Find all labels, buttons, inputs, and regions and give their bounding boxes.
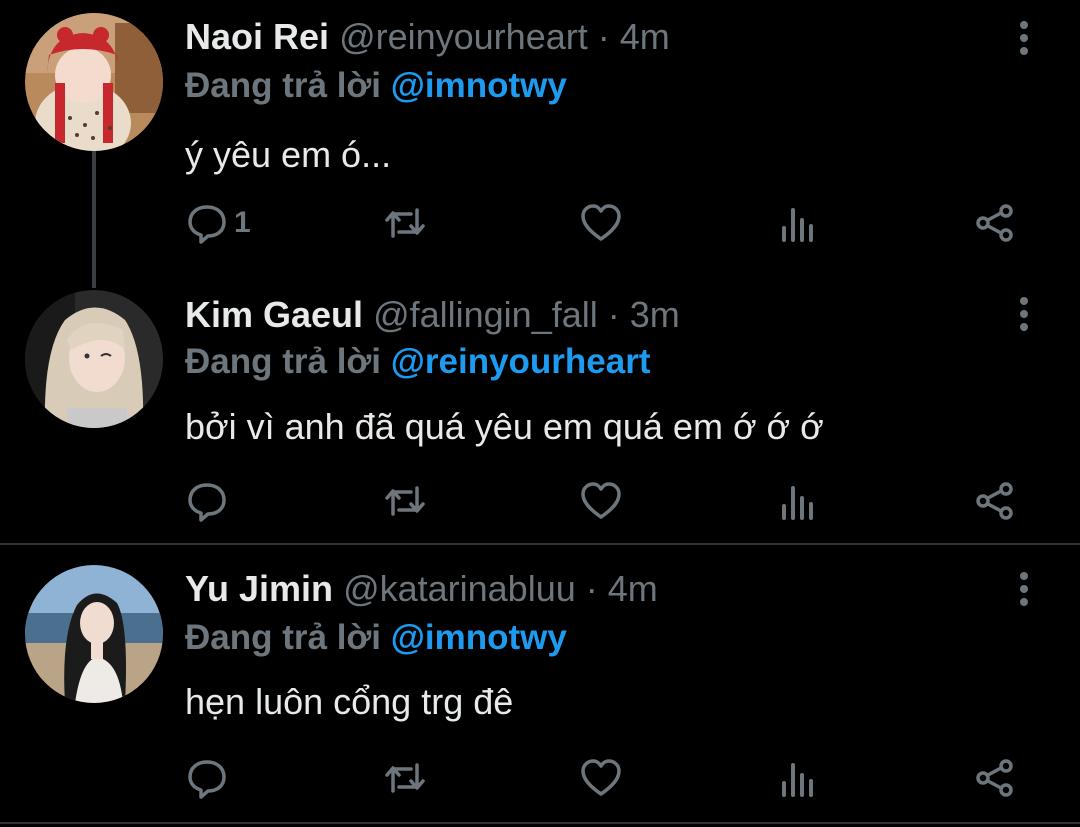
reply-count: 1: [234, 206, 251, 239]
mention-link[interactable]: @reinyourheart: [391, 342, 651, 381]
replying-to-label: Đang trả lời: [185, 618, 391, 657]
user-handle[interactable]: @fallingin_fall: [373, 294, 598, 335]
like-button[interactable]: [580, 476, 622, 526]
reply-icon: [188, 205, 226, 244]
reply-button[interactable]: 1: [186, 198, 251, 248]
retweet-button[interactable]: [383, 476, 427, 526]
analytics-button[interactable]: [780, 753, 816, 803]
separator-dot: ·: [575, 568, 608, 609]
reply-icon: [188, 760, 226, 799]
tweet[interactable]: Yu Jimin @katarinabluu · 4m Đang trả lời…: [0, 545, 1080, 827]
tweet-divider: [0, 822, 1080, 824]
mention-link[interactable]: @imnotwy: [391, 618, 567, 657]
heart-icon: [581, 204, 621, 241]
reply-button[interactable]: [186, 753, 234, 803]
timestamp[interactable]: 3m: [630, 294, 680, 335]
share-button[interactable]: [974, 753, 1016, 803]
tweet[interactable]: Kim Gaeul @fallingin_fall · 3m Đang trả …: [0, 290, 1080, 542]
display-name[interactable]: Yu Jimin: [185, 568, 333, 609]
user-handle[interactable]: @katarinabluu: [343, 568, 576, 609]
analytics-icon: [782, 763, 813, 797]
heart-icon: [581, 482, 621, 519]
tweet-actions: 1: [0, 198, 1080, 258]
retweet-icon: [385, 486, 425, 516]
more-vertical-icon: [1020, 572, 1028, 606]
retweet-icon: [385, 208, 425, 238]
analytics-button[interactable]: [780, 476, 816, 526]
mention-link[interactable]: @imnotwy: [391, 66, 567, 105]
tweet-actions: [0, 753, 1080, 813]
more-button[interactable]: [1012, 294, 1036, 334]
reply-icon: [188, 483, 226, 522]
like-button[interactable]: [580, 198, 622, 248]
heart-icon: [581, 759, 621, 796]
replying-to: Đang trả lời @imnotwy: [185, 66, 567, 106]
tweet[interactable]: Naoi Rei @reinyourheart · 4m Đang trả lờ…: [0, 0, 1080, 290]
like-button[interactable]: [580, 753, 622, 803]
timestamp[interactable]: 4m: [620, 16, 670, 57]
timestamp[interactable]: 4m: [608, 568, 658, 609]
analytics-icon: [782, 486, 813, 520]
replying-to-label: Đang trả lời: [185, 342, 391, 381]
more-vertical-icon: [1020, 21, 1028, 55]
retweet-button[interactable]: [383, 753, 427, 803]
more-button[interactable]: [1012, 569, 1036, 609]
more-button[interactable]: [1012, 18, 1036, 58]
analytics-icon: [782, 208, 813, 242]
separator-dot: ·: [587, 16, 620, 57]
tweet-text: ý yêu em ó...: [185, 134, 392, 175]
replying-to: Đang trả lời @imnotwy: [185, 618, 567, 658]
more-vertical-icon: [1020, 297, 1028, 331]
avatar[interactable]: [25, 565, 163, 703]
retweet-button[interactable]: [383, 198, 427, 248]
tweet-header: Yu Jimin @katarinabluu · 4m: [185, 568, 658, 609]
tweet-header: Naoi Rei @reinyourheart · 4m: [185, 16, 670, 57]
analytics-button[interactable]: [780, 198, 816, 248]
reply-button[interactable]: [186, 476, 234, 526]
replying-to-label: Đang trả lời: [185, 66, 391, 105]
avatar[interactable]: [25, 13, 163, 151]
share-icon: [976, 482, 1013, 520]
tweet-text: bởi vì anh đã quá yêu em quá em ớ ớ ớ: [185, 406, 824, 447]
user-handle[interactable]: @reinyourheart: [339, 16, 588, 57]
share-button[interactable]: [974, 476, 1016, 526]
tweet-actions: [0, 476, 1080, 536]
tweet-text: hẹn luôn cổng trg đê: [185, 681, 514, 722]
display-name[interactable]: Kim Gaeul: [185, 294, 363, 335]
separator-dot: ·: [597, 294, 630, 335]
avatar[interactable]: [25, 290, 163, 428]
display-name[interactable]: Naoi Rei: [185, 16, 329, 57]
share-button[interactable]: [974, 198, 1016, 248]
share-icon: [976, 759, 1013, 797]
share-icon: [976, 204, 1013, 242]
retweet-icon: [385, 763, 425, 793]
replying-to: Đang trả lời @reinyourheart: [185, 342, 651, 382]
tweet-header: Kim Gaeul @fallingin_fall · 3m: [185, 294, 680, 335]
